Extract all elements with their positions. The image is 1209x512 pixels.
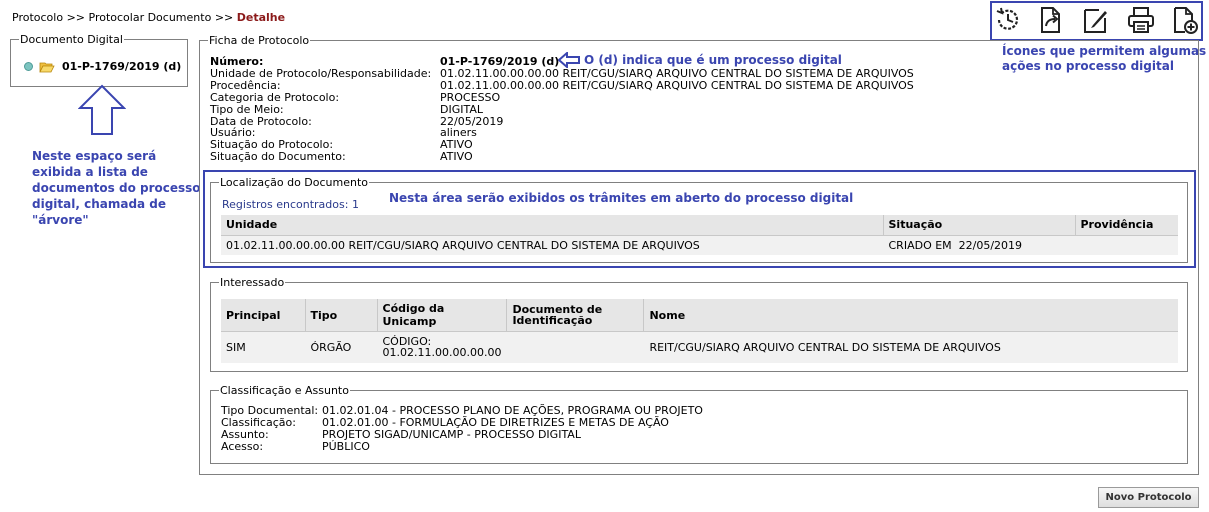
value-procedencia: 01.02.11.00.00.00.00 REIT/CGU/SIARQ ARQU… (440, 78, 914, 92)
breadcrumb-protocolo[interactable]: Protocolo (12, 11, 63, 24)
digital-annotation: O (d) indica que é um processo digital (584, 53, 842, 67)
label-situacao-documento: Situação do Documento: (210, 150, 346, 164)
value-tipo-meio: DIGITAL (440, 102, 484, 116)
add-document-icon[interactable] (1170, 5, 1200, 35)
breadcrumb-current: Detalhe (236, 11, 286, 24)
localizacao-table: Unidade Situação Providência 01.02.11.00… (221, 215, 1178, 255)
cell-nome: REIT/CGU/SIARQ ARQUIVO CENTRAL DO SISTEM… (643, 331, 1178, 363)
table-row: SIM ÓRGÃO CÓDIGO: 01.02.11.00.00.00.00 R… (221, 331, 1178, 363)
localizacao-legend: Localização do Documento (220, 176, 369, 189)
breadcrumb: Protocolo >> Protocolar Documento >> Det… (12, 11, 285, 24)
registros-count: Registros encontrados: 1 (222, 198, 359, 211)
tramites-annotation: Nesta área serão exibidos os trâmites em… (389, 191, 854, 205)
col-tipo: Tipo (305, 299, 378, 332)
value-categoria: PROCESSO (440, 90, 501, 104)
classificacao-labels: Tipo Documental: Classificação: Assunto:… (221, 405, 318, 453)
col-providencia: Providência (1075, 215, 1178, 236)
value-usuario: aliners (440, 126, 477, 140)
col-nome: Nome (643, 299, 1178, 332)
interessado-table: Principal Tipo Código da Unicamp Documen… (221, 299, 1178, 363)
ficha-labels: Número: Unidade de Protocolo/Responsabil… (210, 56, 431, 163)
breadcrumb-protocolar-documento[interactable]: Protocolar Documento (89, 11, 212, 24)
cell-codigo: CÓDIGO: 01.02.11.00.00.00.00 (377, 331, 508, 363)
documento-digital-legend: Documento Digital (20, 33, 123, 46)
value-data: 22/05/2019 (440, 114, 504, 128)
value-acesso: PÚBLICO (322, 440, 370, 453)
table-row: 01.02.11.00.00.00.00 REIT/CGU/SIARQ ARQU… (221, 235, 1178, 255)
breadcrumb-separator: >> (214, 11, 234, 24)
ficha-values: 01-P-1769/2019 (d) 01.02.11.00.00.00.00 … (440, 56, 914, 163)
label-categoria: Categoria de Protocolo: (210, 90, 340, 104)
clock-history-icon[interactable] (993, 5, 1023, 35)
classificacao-legend: Classificação e Assunto (220, 384, 349, 397)
printer-icon[interactable] (1126, 5, 1156, 35)
node-bullet-icon (24, 62, 33, 71)
cell-documento (506, 331, 645, 363)
col-codigo: Código da Unicamp (377, 299, 508, 332)
value-assunto: PROJETO SIGAD/UNICAMP - PROCESSO DIGITAL (322, 428, 581, 441)
ficha-protocolo-legend: Ficha de Protocolo (209, 34, 310, 47)
value-situacao-protocolo: ATIVO (440, 138, 473, 152)
label-procedencia: Procedência: (210, 78, 281, 92)
edit-pencil-icon[interactable] (1081, 5, 1111, 35)
arrow-left-icon (558, 52, 580, 68)
cell-tipo: ÓRGÃO (305, 331, 378, 363)
tree-item-label: 01-P-1769/2019 (d) (62, 60, 182, 73)
cell-principal: SIM (221, 331, 306, 363)
folder-open-icon (39, 62, 55, 72)
cell-providencia (1075, 235, 1178, 255)
breadcrumb-separator: >> (66, 11, 85, 24)
col-situacao: Situação (883, 215, 1076, 236)
cell-unidade: 01.02.11.00.00.00.00 REIT/CGU/SIARQ ARQU… (221, 235, 884, 255)
value-situacao-documento: ATIVO (440, 150, 473, 164)
tree-item-document[interactable]: 01-P-1769/2019 (d) (24, 60, 181, 73)
cell-situacao: CRIADO EM 22/05/2019 (883, 235, 1076, 255)
col-documento: Documento de Identificação (506, 299, 645, 332)
col-principal: Principal (221, 299, 306, 332)
tree-annotation: Neste espaço será exibida a lista de doc… (32, 149, 201, 227)
classificacao-values: 01.02.01.04 - PROCESSO PLANO DE AÇÕES, P… (322, 405, 703, 453)
interessado-legend: Interessado (220, 276, 285, 289)
label-acesso: Acesso: (221, 440, 264, 453)
document-arrow-icon[interactable] (1036, 5, 1066, 35)
label-tipo-meio: Tipo de Meio: (210, 102, 284, 116)
novo-protocolo-button[interactable]: Novo Protocolo (1098, 487, 1199, 508)
arrow-up-icon (78, 84, 126, 135)
col-unidade: Unidade (221, 215, 884, 236)
